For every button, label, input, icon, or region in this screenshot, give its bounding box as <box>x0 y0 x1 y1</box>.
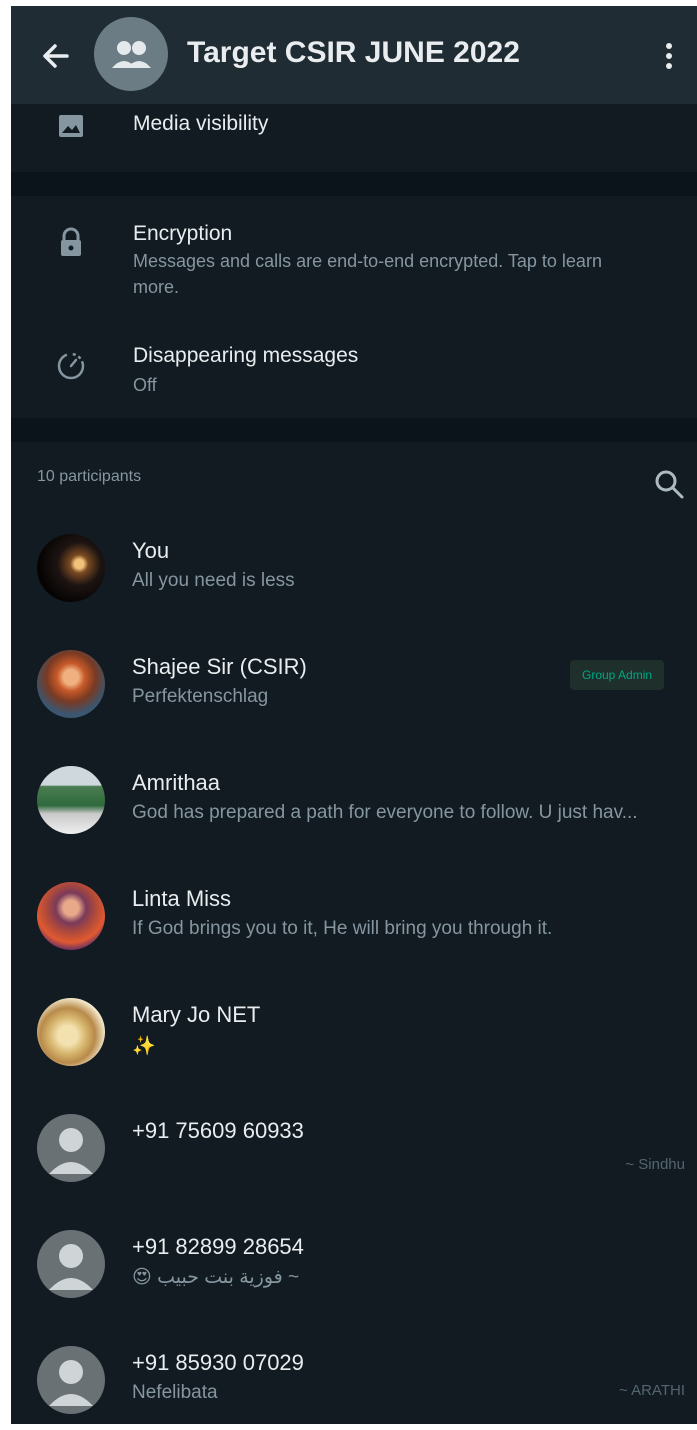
avatar <box>37 882 105 950</box>
default-avatar-icon <box>37 1230 105 1298</box>
more-options-icon[interactable] <box>657 36 681 76</box>
avatar <box>37 766 105 834</box>
participant-name: Amrithaa <box>132 770 221 795</box>
participant-status: Nefelibata <box>132 1382 218 1403</box>
participant-row[interactable]: +91 85930 07029 Nefelibata ~ ARATHI <box>11 1346 697 1424</box>
avatar <box>37 650 105 718</box>
participant-status: God has prepared a path for everyone to … <box>132 802 638 823</box>
search-icon[interactable] <box>649 464 689 504</box>
participant-row[interactable]: Amrithaa God has prepared a path for eve… <box>11 766 697 882</box>
back-arrow-icon[interactable] <box>33 34 77 78</box>
participant-pushname: ~ Sindhu <box>625 1156 685 1173</box>
participant-name: Shajee Sir (CSIR) <box>132 654 307 679</box>
participants-count: 10 participants <box>37 468 142 485</box>
participant-status: ✨ <box>132 1036 156 1057</box>
participant-row[interactable]: +91 82899 28654 😍 فوزية بنت حبيب ~ <box>11 1230 697 1346</box>
media-visibility-row[interactable]: Media visibility <box>11 104 697 172</box>
encryption-description: Messages and calls are end-to-end encryp… <box>133 251 602 297</box>
participant-status: 😍 فوزية بنت حبيب ~ <box>132 1267 300 1288</box>
settings-section: Encryption Messages and calls are end-to… <box>11 196 697 418</box>
timer-icon <box>57 352 85 380</box>
group-icon <box>112 41 151 68</box>
participant-name: Mary Jo NET <box>132 1002 261 1027</box>
group-admin-badge: Group Admin <box>570 660 665 690</box>
avatar <box>37 534 105 602</box>
section-divider <box>11 418 697 442</box>
participant-row[interactable]: You All you need is less <box>11 534 697 650</box>
encryption-title: Encryption <box>133 222 233 245</box>
participant-name: +91 82899 28654 <box>132 1234 304 1259</box>
participant-row[interactable]: +91 75609 60933 ~ Sindhu <box>11 1114 697 1230</box>
app-bar: Target CSIR JUNE 2022 <box>11 6 697 104</box>
media-visibility-label: Media visibility <box>133 112 269 135</box>
group-title[interactable]: Target CSIR JUNE 2022 <box>187 36 520 70</box>
participant-name: +91 85930 07029 <box>132 1350 304 1375</box>
disappearing-messages-row[interactable]: Disappearing messages Off <box>11 326 697 410</box>
participant-row[interactable]: Mary Jo NET ✨ <box>11 998 697 1114</box>
participant-pushname: ~ ARATHI <box>619 1382 685 1399</box>
disappearing-messages-title: Disappearing messages <box>133 344 359 367</box>
encryption-row[interactable]: Encryption Messages and calls are end-to… <box>11 196 697 306</box>
participant-row[interactable]: Shajee Sir (CSIR) Perfektenschlag Group … <box>11 650 697 766</box>
participant-status: All you need is less <box>132 570 295 591</box>
participant-status: If God brings you to it, He will bring y… <box>132 918 553 939</box>
disappearing-messages-value: Off <box>133 375 157 395</box>
default-avatar-icon <box>37 1346 105 1414</box>
section-divider <box>11 172 697 196</box>
participant-status: Perfektenschlag <box>132 686 269 707</box>
avatar <box>37 998 105 1066</box>
image-icon <box>59 115 83 137</box>
default-avatar-icon <box>37 1114 105 1182</box>
group-avatar[interactable] <box>94 17 168 91</box>
lock-icon <box>61 227 81 256</box>
participant-name: Linta Miss <box>132 886 232 911</box>
participant-name: +91 75609 60933 <box>132 1118 304 1143</box>
participant-row[interactable]: Linta Miss If God brings you to it, He w… <box>11 882 697 998</box>
participant-name: You <box>132 538 170 563</box>
group-info-screen: Media visibility Encryption Messages and… <box>11 6 697 1424</box>
